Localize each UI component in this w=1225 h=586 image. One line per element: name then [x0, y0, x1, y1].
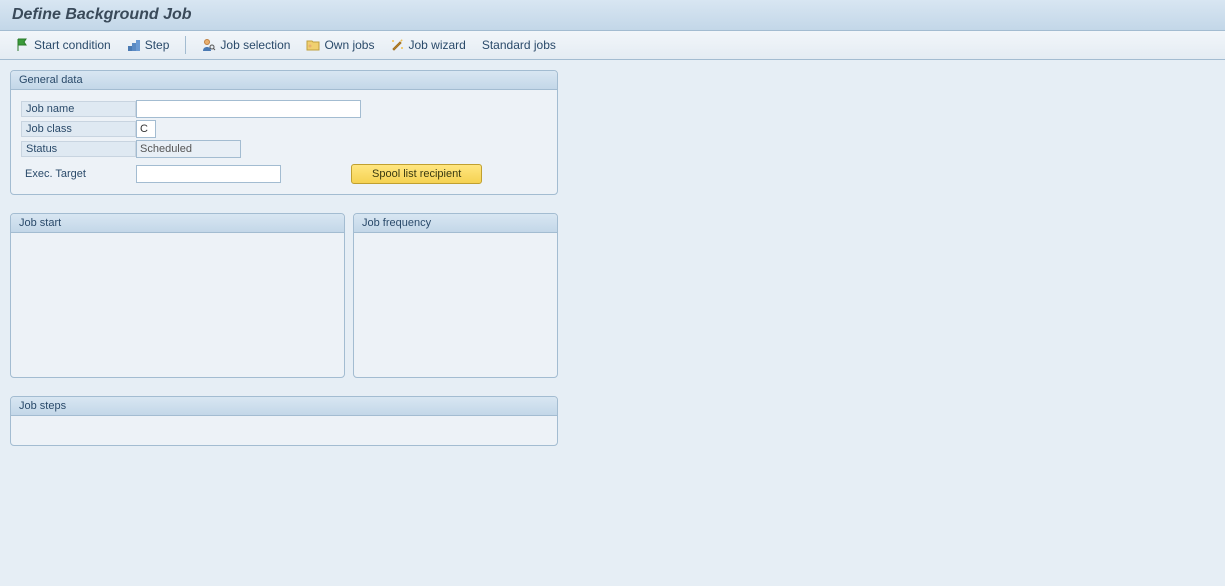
- toolbar-separator: [185, 36, 186, 54]
- job-class-label: Job class: [21, 121, 136, 137]
- job-frequency-panel: Job frequency: [353, 213, 558, 378]
- general-data-panel: General data Job name Job class Status E…: [10, 70, 558, 195]
- standard-jobs-button[interactable]: Standard jobs: [476, 36, 562, 54]
- general-data-title: General data: [11, 71, 557, 90]
- own-jobs-button[interactable]: Own jobs: [300, 36, 380, 54]
- job-steps-title: Job steps: [11, 397, 557, 416]
- job-wizard-button[interactable]: Job wizard: [384, 36, 471, 54]
- job-start-title: Job start: [11, 214, 344, 233]
- flag-icon: [16, 38, 30, 52]
- job-start-body: [11, 233, 344, 249]
- job-start-panel: Job start: [10, 213, 345, 378]
- status-label: Status: [21, 141, 136, 157]
- start-condition-button[interactable]: Start condition: [10, 36, 117, 54]
- person-search-icon: [202, 38, 216, 52]
- exec-target-input[interactable]: [136, 165, 281, 183]
- job-wizard-label: Job wizard: [408, 38, 465, 52]
- step-icon: [127, 38, 141, 52]
- job-steps-panel: Job steps: [10, 396, 558, 446]
- content-area: General data Job name Job class Status E…: [0, 60, 1225, 474]
- step-button[interactable]: Step: [121, 36, 176, 54]
- job-name-label: Job name: [21, 101, 136, 117]
- spool-list-recipient-button[interactable]: Spool list recipient: [351, 164, 482, 184]
- exec-target-label: Exec. Target: [21, 167, 136, 181]
- job-class-input[interactable]: [136, 120, 156, 138]
- job-frequency-title: Job frequency: [354, 214, 557, 233]
- job-selection-button[interactable]: Job selection: [196, 36, 296, 54]
- job-steps-body: [11, 416, 557, 432]
- toolbar: Start condition Step Job selection Own j…: [0, 31, 1225, 60]
- own-jobs-label: Own jobs: [324, 38, 374, 52]
- page-title: Define Background Job: [0, 0, 1225, 31]
- job-frequency-body: [354, 233, 557, 249]
- job-name-input[interactable]: [136, 100, 361, 118]
- step-label: Step: [145, 38, 170, 52]
- folder-person-icon: [306, 38, 320, 52]
- job-selection-label: Job selection: [220, 38, 290, 52]
- status-input: [136, 140, 241, 158]
- start-condition-label: Start condition: [34, 38, 111, 52]
- standard-jobs-label: Standard jobs: [482, 38, 556, 52]
- wizard-icon: [390, 38, 404, 52]
